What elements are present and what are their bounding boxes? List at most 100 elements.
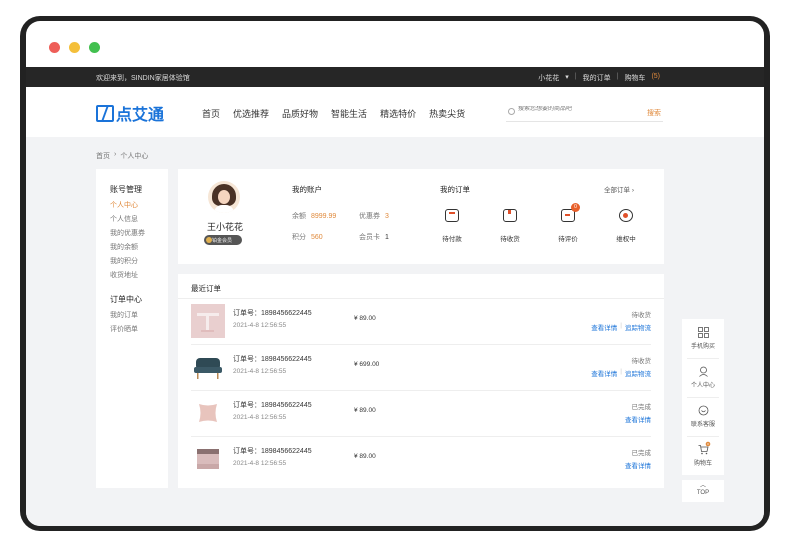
- bedding-icon[interactable]: [191, 442, 225, 476]
- logo[interactable]: 点艾通: [96, 101, 164, 125]
- back-to-top-button[interactable]: ︿ TOP: [682, 480, 724, 502]
- balance-field[interactable]: 余额 8999.99: [292, 211, 336, 221]
- sidebar-item-address[interactable]: 收货地址: [110, 270, 168, 280]
- sidebar-item-balance[interactable]: 我的余额: [110, 242, 168, 252]
- cart-link[interactable]: 购物车: [624, 73, 645, 83]
- float-cart-button[interactable]: 0 购物车: [682, 436, 724, 475]
- user-name: 王小花花: [206, 222, 243, 232]
- account-title: 我的账户: [292, 185, 322, 194]
- main-nav: 首页 优选推荐 品质好物 智能生活 精选特价 热卖尖货: [202, 107, 465, 120]
- order-number: 订单号：1898456622445: [233, 448, 312, 455]
- top-info-bar: 欢迎来到，SINDIN家居体验馆 小花花 ▾ | 我的订单 | 购物车 (5): [26, 67, 764, 87]
- search-icon: [508, 108, 515, 115]
- sidebar-item-personal-center[interactable]: 个人中心: [110, 200, 168, 210]
- minimize-dot[interactable]: [69, 42, 80, 53]
- site-header: 点艾通 首页 优选推荐 品质好物 智能生活 精选特价 热卖尖货 搜索: [26, 87, 764, 137]
- view-details-link[interactable]: 查看详情: [591, 368, 617, 378]
- order-date: 2021-4-8 12:56:55: [233, 322, 287, 329]
- title-bar: [26, 21, 764, 67]
- coupon-value: 3: [385, 213, 389, 220]
- order-number: 订单号：1898456622445: [233, 402, 312, 409]
- order-refund[interactable]: 维权中: [606, 209, 646, 246]
- user-menu[interactable]: 小花花: [538, 73, 559, 83]
- refund-icon: [619, 209, 633, 222]
- breadcrumb-home[interactable]: 首页: [96, 151, 110, 161]
- armchair-icon[interactable]: [191, 350, 225, 384]
- sidebar-item-points[interactable]: 我的积分: [110, 256, 168, 266]
- nav-quality[interactable]: 品质好物: [282, 107, 318, 120]
- all-orders-link[interactable]: 全部订单 ›: [604, 184, 634, 194]
- view-details-link[interactable]: 查看详情: [591, 322, 617, 332]
- order-date: 2021-4-8 12:56:55: [233, 414, 287, 421]
- avatar[interactable]: [208, 181, 240, 213]
- chat-icon: [698, 405, 708, 416]
- order-pending-receipt[interactable]: 待收货: [490, 209, 530, 246]
- track-shipping-link[interactable]: 追踪物流: [625, 322, 651, 332]
- sidebar-item-personal-info[interactable]: 个人信息: [110, 214, 168, 224]
- personal-center-button[interactable]: 个人中心: [682, 358, 724, 397]
- order-date: 2021-4-8 12:56:55: [233, 368, 287, 375]
- my-orders-link[interactable]: 我的订单: [583, 73, 611, 83]
- table-row: 订单号：1898456622445 2021-4-8 12:56:55 ¥ 89…: [191, 391, 651, 437]
- table-row: 订单号：1898456622445 2021-4-8 12:56:55 ¥ 89…: [191, 299, 651, 345]
- order-price: ¥ 89.00: [354, 315, 376, 322]
- package-icon: [503, 209, 517, 222]
- order-number: 订单号：1898456622445: [233, 356, 312, 363]
- nav-recommend[interactable]: 优选推荐: [233, 107, 269, 120]
- table-row: 订单号：1898456622445 2021-4-8 12:56:55 ¥ 69…: [191, 345, 651, 391]
- customer-service-button[interactable]: 联系客服: [682, 397, 724, 436]
- comment-icon: 0: [561, 203, 580, 222]
- order-status: 待收货: [631, 358, 652, 365]
- sidebar-group-orders: 订单中心: [110, 295, 142, 304]
- order-price: ¥ 89.00: [354, 453, 376, 460]
- welcome-text: 欢迎来到，SINDIN家居体验馆: [96, 75, 190, 82]
- sidebar-item-reviews[interactable]: 评价晒单: [110, 324, 168, 334]
- nav-smart-life[interactable]: 智能生活: [331, 107, 367, 120]
- order-status: 已完成: [631, 404, 652, 411]
- nav-special[interactable]: 精选特价: [380, 107, 416, 120]
- logo-text: 点艾通: [116, 107, 165, 124]
- member-badge: 铂金会员: [204, 235, 242, 245]
- sidebar-item-my-orders[interactable]: 我的订单: [110, 310, 168, 320]
- mobile-purchase-button[interactable]: 手机购买: [682, 319, 724, 358]
- sidebar: 账号管理 个人中心 个人信息 我的优惠券 我的余额 我的积分 收货地址 订单中心…: [96, 169, 168, 488]
- order-price: ¥ 699.00: [354, 361, 380, 368]
- breadcrumb-current: 个人中心: [120, 153, 149, 160]
- close-dot[interactable]: [49, 42, 60, 53]
- order-number: 订单号：1898456622445: [233, 310, 312, 317]
- account-panel: 王小花花 铂金会员 我的账户 余额 8999.99 优惠券 3 积分 560 会员卡 1…: [178, 169, 664, 264]
- points-value: 560: [311, 234, 323, 241]
- nav-hot[interactable]: 热卖尖货: [429, 107, 465, 120]
- pillow-icon[interactable]: [191, 396, 225, 430]
- cart-icon: 0: [698, 441, 710, 455]
- search-box: 搜索: [506, 105, 663, 122]
- order-status: 待收货: [631, 312, 652, 319]
- breadcrumb: 首页 › 个人中心: [96, 151, 148, 161]
- crown-icon: [206, 237, 212, 243]
- table-row: 订单号：1898456622445 2021-4-8 12:56:55 ¥ 89…: [191, 437, 651, 483]
- chevron-down-icon: ▾: [565, 74, 569, 81]
- browser-window: 欢迎来到，SINDIN家居体验馆 小花花 ▾ | 我的订单 | 购物车 (5) …: [26, 21, 764, 526]
- track-shipping-link[interactable]: 追踪物流: [625, 368, 651, 378]
- points-field[interactable]: 积分 560: [292, 232, 323, 242]
- cart-count: (5): [651, 73, 660, 80]
- balance-value: 8999.99: [311, 213, 337, 220]
- floating-toolbar: 手机购买 个人中心 联系客服 0 购物车: [682, 319, 724, 475]
- view-details-link[interactable]: 查看详情: [625, 414, 651, 424]
- order-status: 已完成: [631, 450, 652, 457]
- chevron-up-icon: ︿: [699, 483, 706, 489]
- order-pending-payment[interactable]: 待付款: [432, 209, 472, 246]
- maximize-dot[interactable]: [89, 42, 100, 53]
- my-orders-title: 我的订单: [440, 185, 470, 194]
- logo-icon: [96, 104, 114, 122]
- coupon-field[interactable]: 优惠券 3: [359, 211, 389, 221]
- table-icon[interactable]: [191, 304, 225, 338]
- view-details-link[interactable]: 查看详情: [625, 460, 651, 470]
- sidebar-item-coupons[interactable]: 我的优惠券: [110, 228, 168, 238]
- member-card-field[interactable]: 会员卡 1: [359, 232, 389, 242]
- order-price: ¥ 89.00: [354, 407, 376, 414]
- order-pending-review[interactable]: 0 待评价: [548, 203, 588, 246]
- search-input[interactable]: [518, 106, 628, 112]
- nav-home[interactable]: 首页: [202, 107, 220, 120]
- search-button[interactable]: 搜索: [647, 108, 661, 118]
